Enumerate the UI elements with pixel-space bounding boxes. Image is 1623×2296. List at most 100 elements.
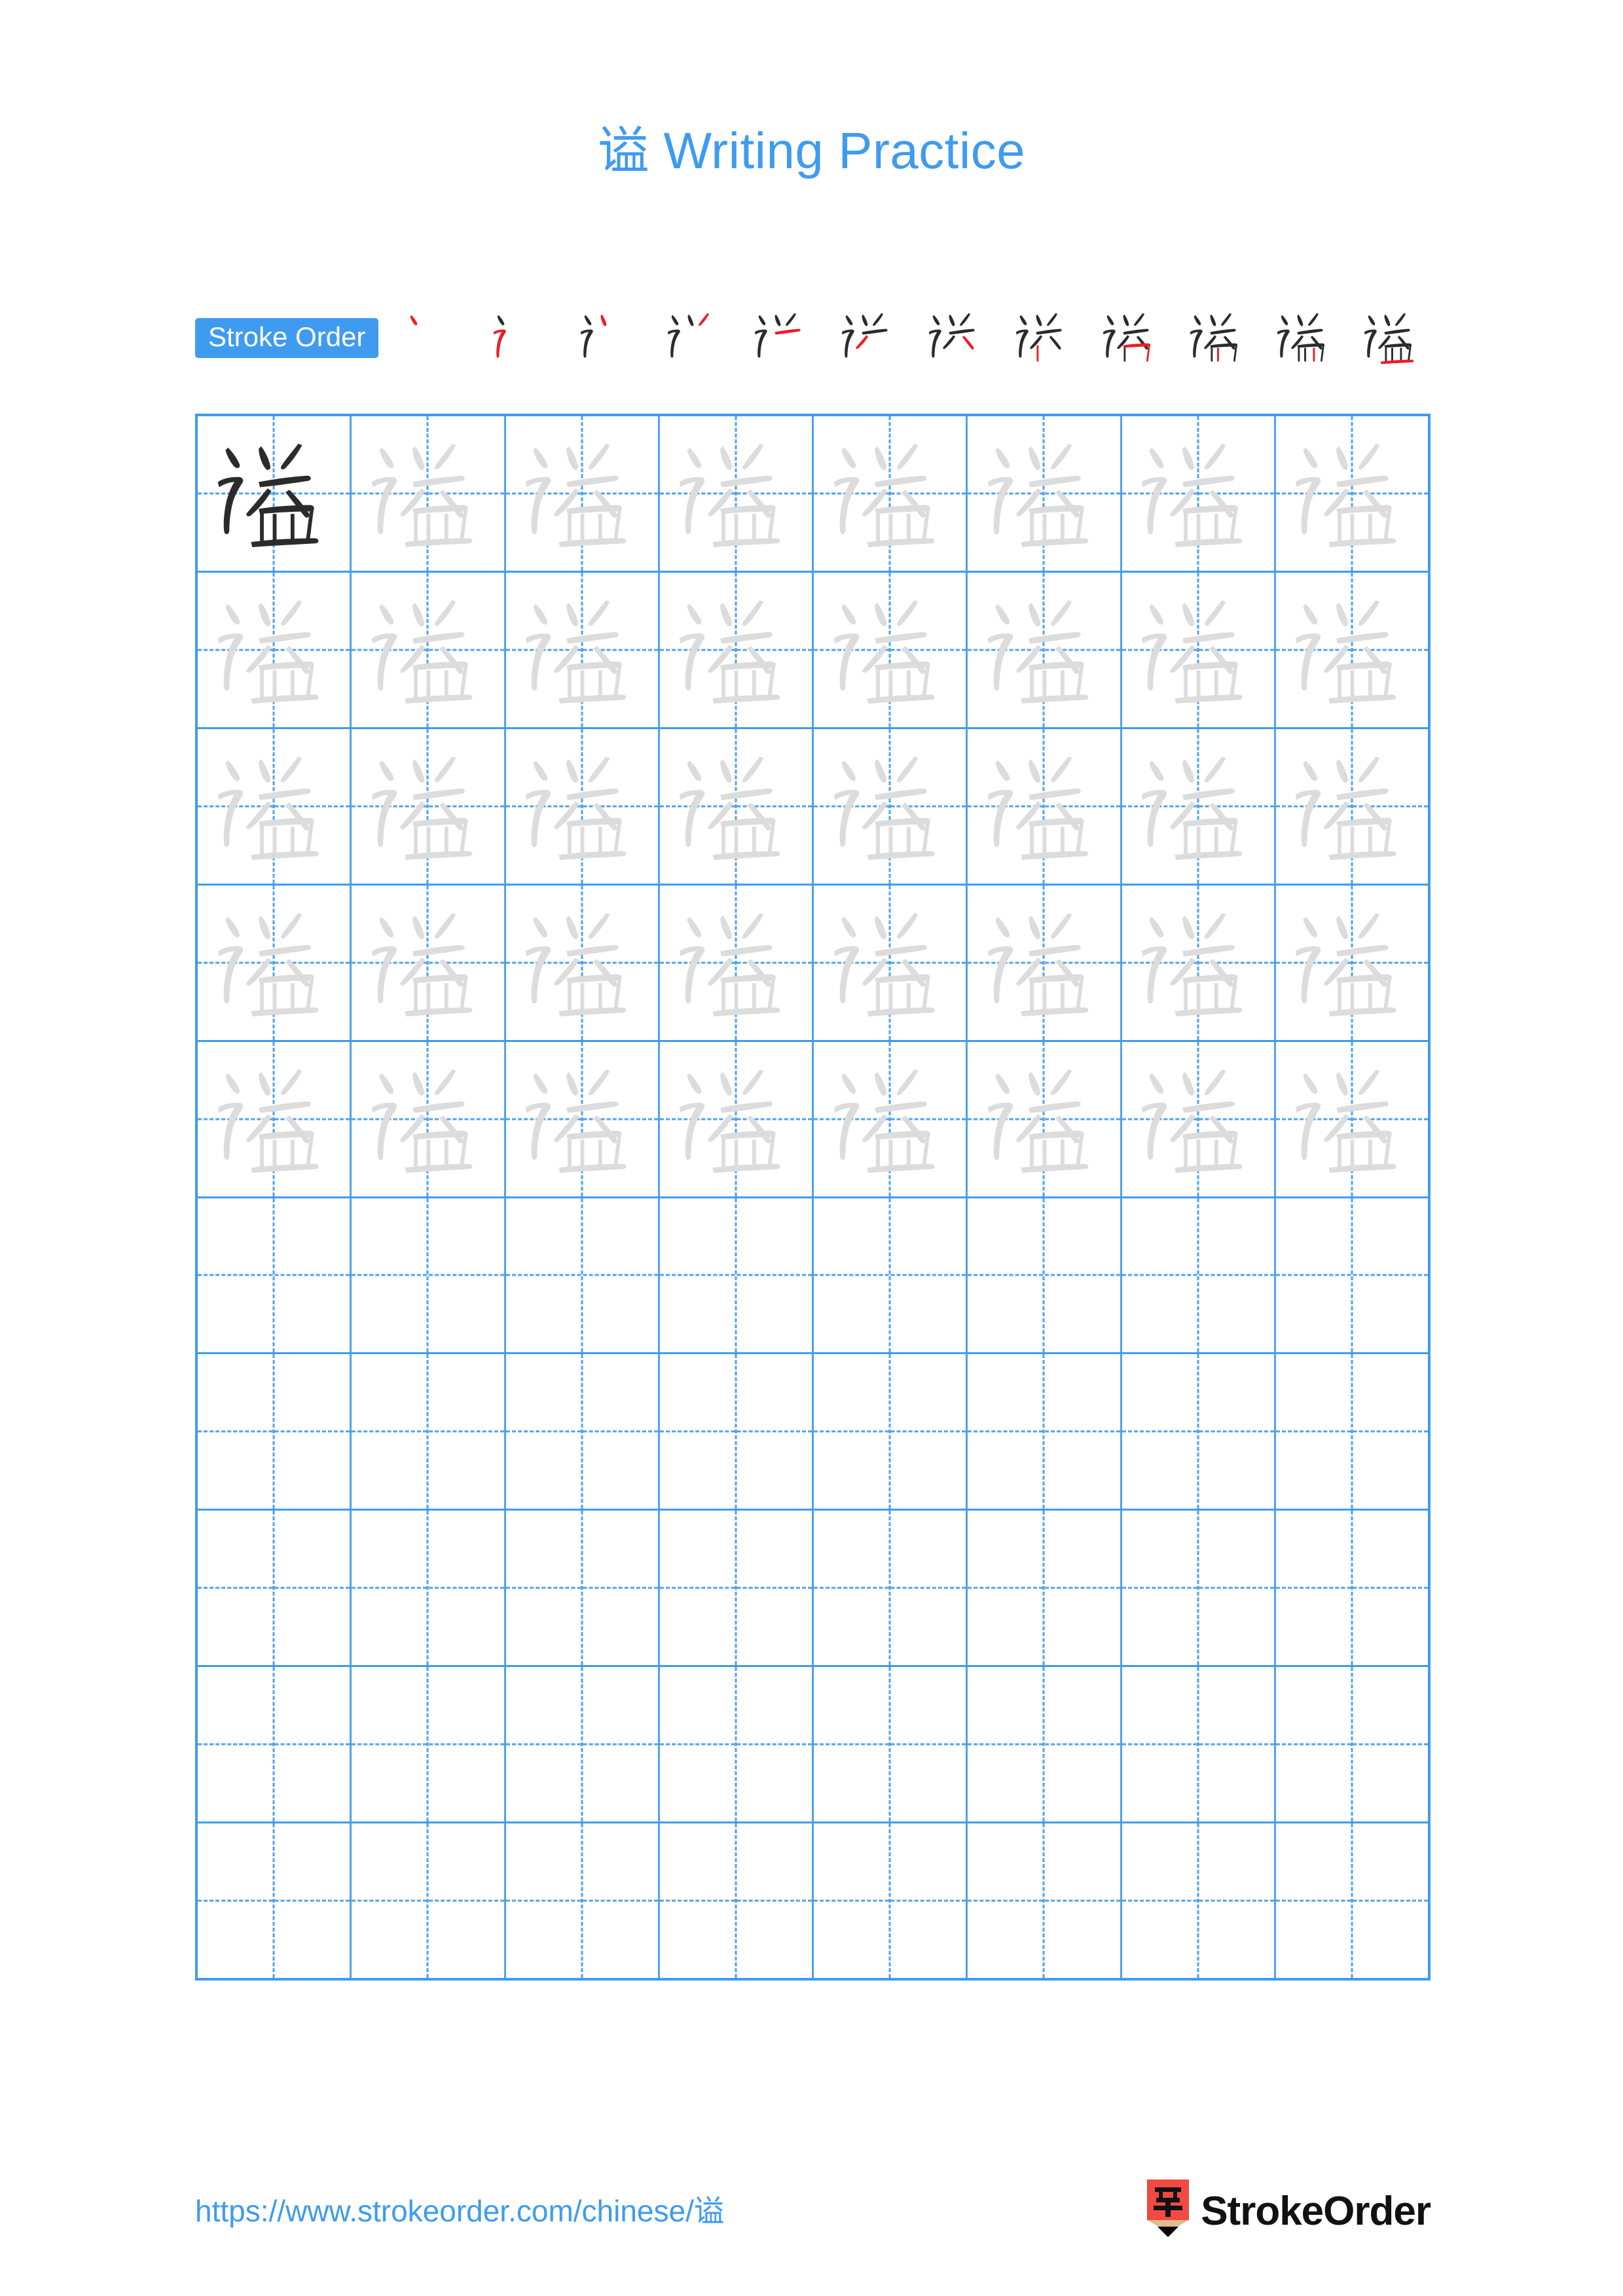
grid-cell-tracing-character[interactable] (352, 885, 506, 1040)
grid-cell-tracing-character[interactable] (968, 885, 1122, 1040)
grid-cell-blank[interactable] (506, 1667, 660, 1822)
grid-cell-blank[interactable] (968, 1511, 1122, 1666)
grid-cell-tracing-character[interactable] (968, 728, 1122, 884)
grid-cell-blank[interactable] (968, 1354, 1122, 1509)
character-glyph (1276, 1042, 1428, 1196)
character-glyph (506, 1042, 658, 1196)
grid-cell-blank[interactable] (660, 1511, 814, 1666)
grid-cell-blank[interactable] (506, 1511, 660, 1666)
grid-cell-tracing-character[interactable] (660, 416, 814, 571)
character-glyph (198, 729, 350, 884)
grid-cell-tracing-character[interactable] (968, 572, 1122, 727)
grid-cell-blank[interactable] (198, 1198, 352, 1353)
grid-cell-blank[interactable] (814, 1198, 968, 1353)
grid-cell-tracing-character[interactable] (1276, 1042, 1428, 1196)
grid-cell-tracing-character[interactable] (968, 1041, 1122, 1196)
grid-cell-blank[interactable] (814, 1354, 968, 1509)
grid-cell-tracing-character[interactable] (1122, 728, 1276, 884)
grid-cell-tracing-character[interactable] (814, 885, 968, 1040)
grid-cell-tracing-character[interactable] (1122, 416, 1276, 571)
grid-cell-blank[interactable] (660, 1198, 814, 1353)
character-glyph (198, 573, 350, 727)
grid-cell-tracing-character[interactable] (1122, 1041, 1276, 1196)
grid-cell-blank[interactable] (352, 1667, 506, 1822)
grid-cell-blank[interactable] (660, 1667, 814, 1822)
character-glyph (1122, 573, 1274, 727)
grid-cell-tracing-character[interactable] (198, 1041, 352, 1196)
grid-cell-blank[interactable] (968, 1198, 1122, 1353)
grid-cell-tracing-character[interactable] (660, 728, 814, 884)
grid-cell-tracing-character[interactable] (1276, 729, 1428, 884)
grid-cell-tracing-character[interactable] (506, 885, 660, 1040)
grid-cell-blank[interactable] (814, 1511, 968, 1666)
grid-cell-blank[interactable] (660, 1354, 814, 1509)
grid-cell-tracing-character[interactable] (1122, 885, 1276, 1040)
grid-cell-blank[interactable] (814, 1667, 968, 1822)
grid-cell-blank[interactable] (198, 1823, 352, 1979)
grid-row (198, 1198, 1428, 1355)
grid-cell-blank[interactable] (352, 1198, 506, 1353)
grid-cell-tracing-character[interactable] (506, 572, 660, 727)
grid-cell-tracing-character[interactable] (198, 572, 352, 727)
grid-cell-tracing-character[interactable] (814, 728, 968, 884)
grid-cell-tracing-character[interactable] (198, 728, 352, 884)
grid-cell-tracing-character[interactable] (660, 1041, 814, 1196)
grid-cell-tracing-character[interactable] (352, 728, 506, 884)
grid-cell-blank[interactable] (198, 1511, 352, 1666)
grid-cell-blank[interactable] (1122, 1198, 1276, 1353)
grid-cell-model-character[interactable] (198, 416, 352, 571)
grid-cell-tracing-character[interactable] (1276, 573, 1428, 727)
grid-cell-blank[interactable] (660, 1823, 814, 1979)
grid-cell-tracing-character[interactable] (352, 1041, 506, 1196)
character-glyph (968, 573, 1120, 727)
pencil-logo-icon (1147, 2179, 1190, 2237)
grid-cell-blank[interactable] (1276, 1511, 1428, 1665)
grid-cell-blank[interactable] (506, 1354, 660, 1509)
grid-cell-tracing-character[interactable] (1122, 572, 1276, 727)
grid-cell-tracing-character[interactable] (814, 416, 968, 571)
page-title: 谥 Writing Practice (0, 110, 1623, 183)
grid-cell-tracing-character[interactable] (1276, 416, 1428, 571)
grid-cell-blank[interactable] (198, 1667, 352, 1822)
grid-cell-blank[interactable] (1122, 1823, 1276, 1979)
stroke-order-badge: Stroke Order (195, 317, 379, 358)
grid-cell-blank[interactable] (968, 1667, 1122, 1822)
grid-cell-blank[interactable] (1122, 1511, 1276, 1666)
footer: https://www.strokeorder.com/chinese/谥 St… (195, 2179, 1431, 2257)
grid-cell-blank[interactable] (1122, 1354, 1276, 1509)
footer-url-link[interactable]: https://www.strokeorder.com/chinese/谥 (195, 2187, 724, 2231)
character-glyph (352, 886, 503, 1040)
grid-cell-blank[interactable] (1276, 1823, 1428, 1978)
grid-cell-tracing-character[interactable] (506, 728, 660, 884)
grid-cell-blank[interactable] (1276, 1354, 1428, 1509)
grid-cell-tracing-character[interactable] (814, 1041, 968, 1196)
character-glyph (814, 573, 966, 727)
grid-cell-tracing-character[interactable] (506, 1041, 660, 1196)
grid-cell-blank[interactable] (198, 1354, 352, 1509)
grid-cell-tracing-character[interactable] (506, 416, 660, 571)
grid-cell-blank[interactable] (1276, 1667, 1428, 1821)
character-glyph (1122, 1042, 1274, 1196)
grid-cell-blank[interactable] (506, 1823, 660, 1979)
grid-cell-blank[interactable] (352, 1511, 506, 1666)
grid-cell-blank[interactable] (814, 1823, 968, 1979)
grid-cell-tracing-character[interactable] (968, 416, 1122, 571)
grid-cell-blank[interactable] (352, 1354, 506, 1509)
stroke-step-12 (1353, 306, 1431, 369)
grid-cell-blank[interactable] (352, 1823, 506, 1979)
character-glyph (660, 416, 812, 571)
grid-cell-blank[interactable] (968, 1823, 1122, 1979)
grid-cell-tracing-character[interactable] (198, 885, 352, 1040)
grid-cell-tracing-character[interactable] (352, 572, 506, 727)
grid-cell-tracing-character[interactable] (814, 572, 968, 727)
grid-cell-tracing-character[interactable] (660, 885, 814, 1040)
grid-cell-blank[interactable] (506, 1198, 660, 1353)
character-glyph (660, 729, 812, 884)
grid-row (198, 728, 1428, 886)
grid-cell-tracing-character[interactable] (1276, 886, 1428, 1040)
stroke-step-1 (395, 306, 473, 369)
grid-cell-tracing-character[interactable] (660, 572, 814, 727)
grid-cell-tracing-character[interactable] (352, 416, 506, 571)
grid-cell-blank[interactable] (1276, 1198, 1428, 1353)
grid-cell-blank[interactable] (1122, 1667, 1276, 1822)
